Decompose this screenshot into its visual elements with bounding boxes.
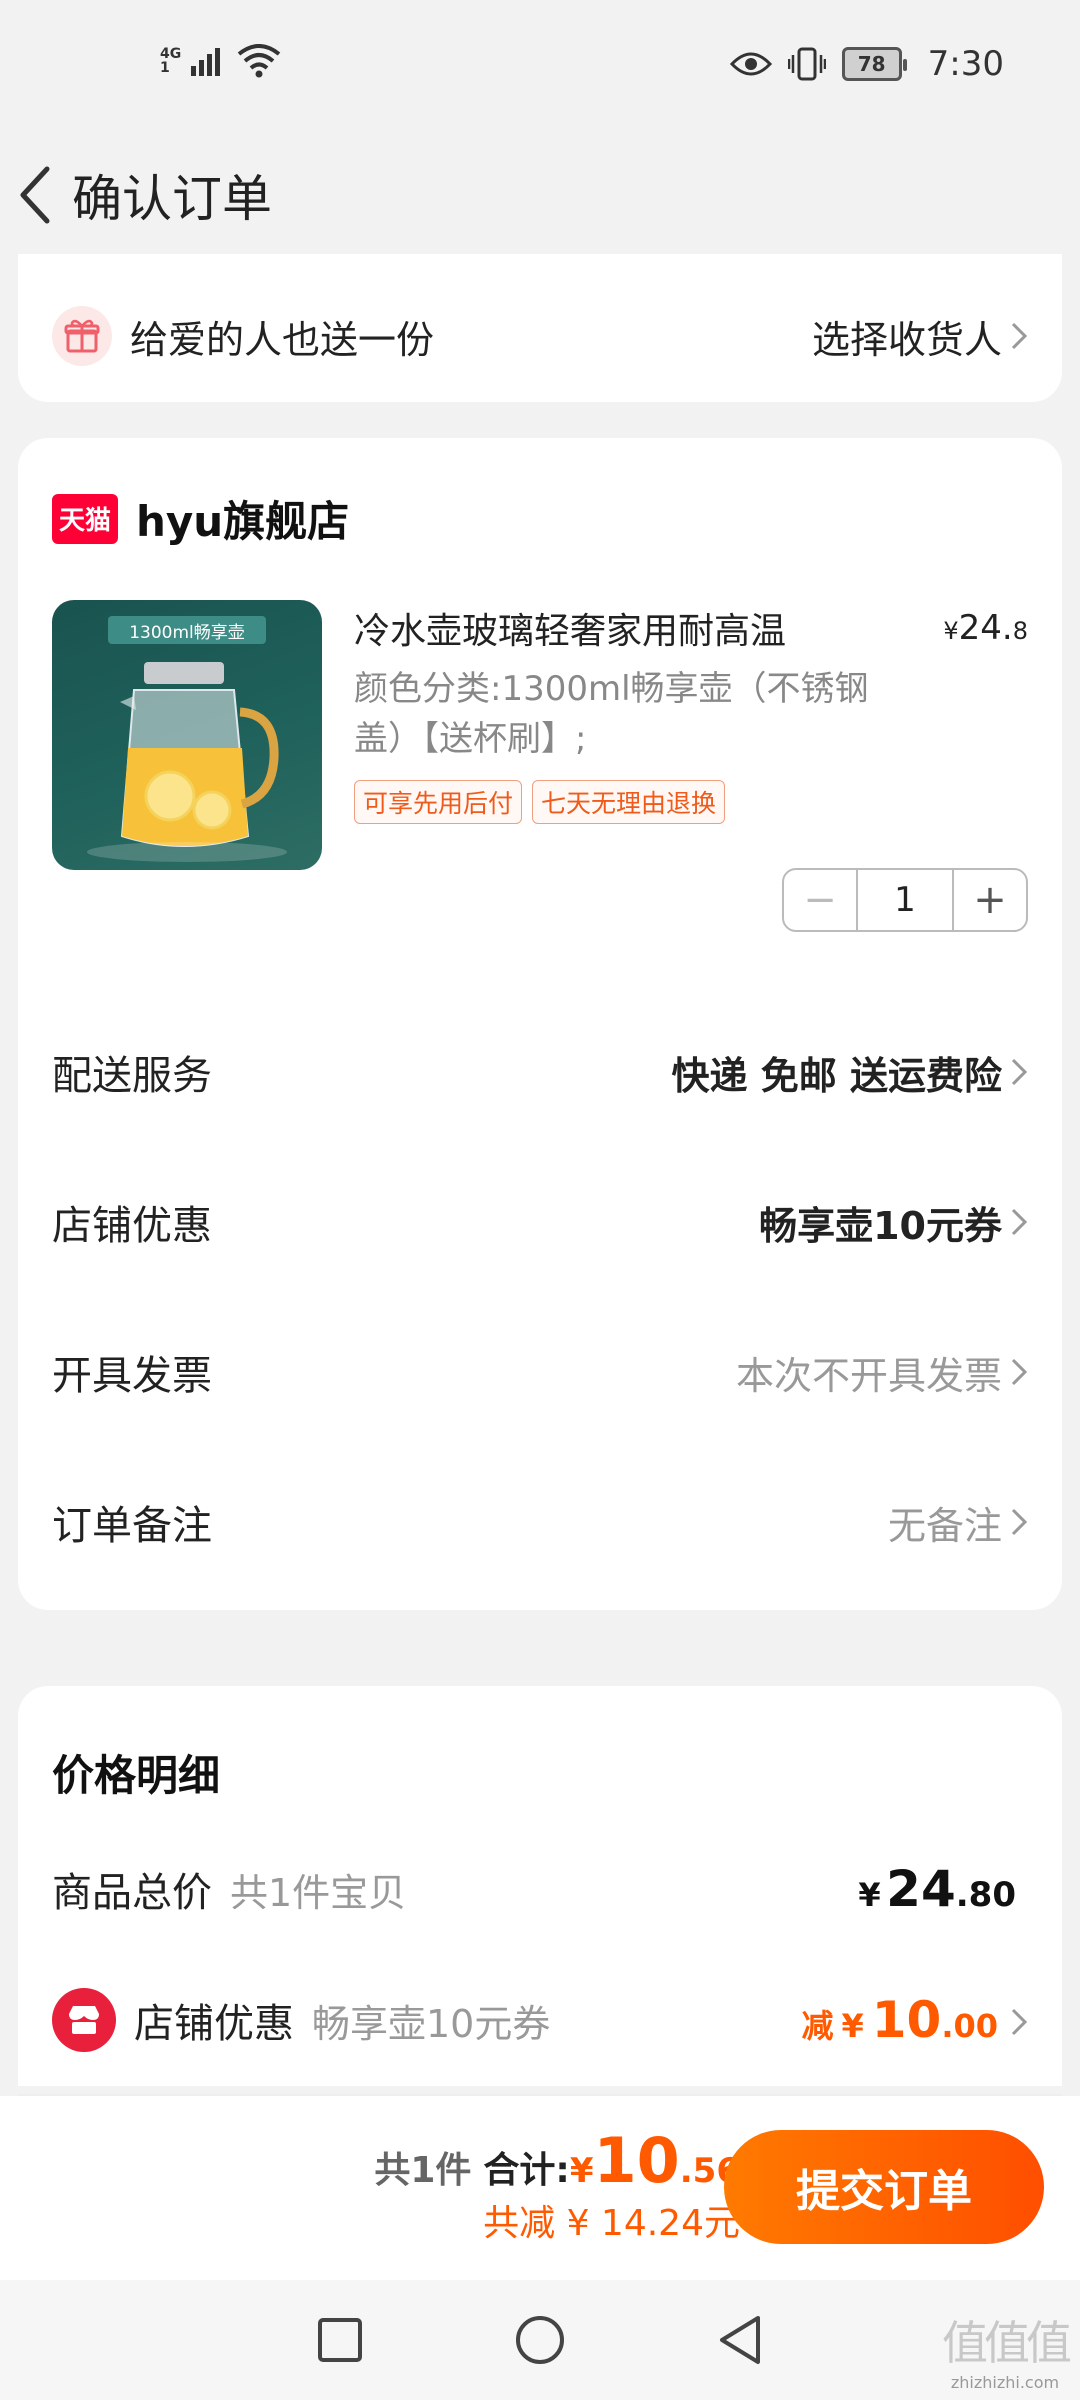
tmall-logo: 天猫 <box>52 493 118 544</box>
back-button[interactable] <box>0 136 70 254</box>
order-note-value-text: 无备注 <box>887 1503 1002 1548</box>
sum-symbol: ¥ <box>569 2151 594 2191</box>
signal-icon <box>191 48 221 76</box>
bottom-action-bar: 共1件 合计: ¥ 10 .56 共减 ¥ 14.24元 提交订单 <box>0 2096 1080 2280</box>
shop-discount-sub: 畅享壶10元券 <box>312 2001 551 2046</box>
home-icon[interactable] <box>514 2314 566 2366</box>
battery-icon: 78 <box>841 47 907 81</box>
store-card: 天猫 hyu旗舰店 1300ml畅享壶 冷水壶玻璃轻奢家用耐高温 ¥24.8 颜… <box>18 438 1062 1610</box>
price-main: 24. <box>958 608 1013 648</box>
total-price-row: 商品总价 共1件宝贝 ¥ 24.80 <box>52 1860 1028 1918</box>
network-type: 4G <box>160 46 182 62</box>
product-image[interactable]: 1300ml畅享壶 <box>52 600 322 870</box>
select-recipient-link[interactable]: 选择收货人 <box>812 309 1028 364</box>
chevron-right-icon <box>1011 1358 1028 1386</box>
gift-text: 给爱的人也送一份 <box>130 317 435 362</box>
watermark-mark: 值值值 <box>942 2316 1072 2370</box>
wifi-icon <box>237 44 281 78</box>
chevron-right-icon <box>1011 2008 1028 2036</box>
clock: 7:30 <box>927 44 1004 84</box>
status-bar: 4G 1 78 7:30 <box>0 0 1080 136</box>
store-discount-label: 店铺优惠 <box>52 1203 212 1249</box>
product-tags: 可享先用后付 七天无理由退换 <box>354 780 726 824</box>
pitcher-illustration <box>87 662 287 862</box>
sum-label: 合计: <box>483 2150 570 2191</box>
network-sub: 1 <box>160 60 170 76</box>
increase-button[interactable]: + <box>954 870 1026 930</box>
item-count: 共1件 <box>374 2150 472 2191</box>
total-price-main: 24 <box>886 1860 956 1918</box>
system-nav-bar: 值值值 zhizhizhi.com <box>0 2280 1080 2400</box>
page-title: 确认订单 <box>72 170 272 228</box>
total-price-symbol: ¥ <box>858 1876 881 1914</box>
chevron-right-icon <box>1011 322 1028 350</box>
chevron-left-icon <box>20 166 50 224</box>
store-header[interactable]: 天猫 hyu旗舰店 <box>52 488 349 549</box>
discount-decimal: .00 <box>941 2007 998 2045</box>
price-detail-card: 价格明细 商品总价 共1件宝贝 ¥ 24.80 店铺优惠 畅享壶10元券 减 ¥… <box>18 1686 1062 2086</box>
invoice-label: 开具发票 <box>52 1353 212 1399</box>
shop-discount-label: 店铺优惠 <box>134 2001 294 2047</box>
price-detail-title: 价格明细 <box>52 1751 221 1800</box>
product-title[interactable]: 冷水壶玻璃轻奢家用耐高温 <box>354 602 874 654</box>
quantity-stepper: − 1 + <box>782 868 1028 932</box>
status-right: 78 7:30 <box>729 44 1004 84</box>
chevron-right-icon <box>1011 1208 1028 1236</box>
total-price-label: 商品总价 <box>52 1870 212 1916</box>
delivery-value[interactable]: 快递 免邮 送运费险 <box>672 1045 1028 1100</box>
discount-main: 10 <box>871 1991 942 2049</box>
tag-pay-later: 可享先用后付 <box>354 780 523 824</box>
invoice-value-text: 本次不开具发票 <box>735 1353 1002 1398</box>
total-price-sub: 共1件宝贝 <box>230 1870 407 1915</box>
order-note-value[interactable]: 无备注 <box>888 1495 1028 1550</box>
order-note-row[interactable]: 订单备注 无备注 <box>52 1492 1028 1552</box>
price-symbol: ¥ <box>943 617 959 645</box>
delivery-row[interactable]: 配送服务 快递 免邮 送运费险 <box>52 1042 1028 1102</box>
vibrate-icon <box>787 47 826 81</box>
sum-main: 10 <box>593 2124 680 2197</box>
store-name[interactable]: hyu旗舰店 <box>136 488 349 549</box>
gift-icon <box>52 306 112 366</box>
price-decimal: 8 <box>1012 617 1028 645</box>
network-indicator: 4G 1 <box>160 47 181 75</box>
back-triangle-icon[interactable] <box>716 2314 764 2366</box>
invoice-row[interactable]: 开具发票 本次不开具发票 <box>52 1342 1028 1402</box>
store-discount-value-text: 畅享壶10元券 <box>759 1203 1002 1248</box>
submit-order-button[interactable]: 提交订单 <box>724 2130 1044 2244</box>
invoice-value[interactable]: 本次不开具发票 <box>736 1345 1028 1400</box>
watermark: 值值值 zhizhizhi.com <box>942 2307 1072 2392</box>
total-price-decimal: .80 <box>955 1875 1016 1915</box>
watermark-url: zhizhizhi.com <box>950 2373 1060 2392</box>
shop-discount-value[interactable]: 减 ¥ 10.00 <box>801 1991 1028 2049</box>
total-saved: 共减 ¥ 14.24元 <box>483 2203 740 2244</box>
delivery-value-text: 快递 免邮 送运费险 <box>671 1053 1002 1098</box>
recent-apps-icon[interactable] <box>316 2316 364 2364</box>
gift-card[interactable]: 给爱的人也送一份 选择收货人 <box>18 254 1062 402</box>
chevron-right-icon <box>1011 1058 1028 1086</box>
eye-icon <box>729 52 772 76</box>
tag-return: 七天无理由退换 <box>532 780 726 824</box>
store-discount-value[interactable]: 畅享壶10元券 <box>759 1195 1028 1250</box>
quantity-value[interactable]: 1 <box>856 870 954 930</box>
store-discount-row[interactable]: 店铺优惠 畅享壶10元券 <box>52 1192 1028 1252</box>
total-price-value: ¥ 24.80 <box>858 1860 1016 1918</box>
product-price: ¥24.8 <box>943 608 1028 648</box>
sum-amount: ¥ 10 .56 <box>570 2124 740 2197</box>
delivery-label: 配送服务 <box>52 1053 212 1099</box>
select-recipient-label: 选择收货人 <box>811 317 1002 362</box>
status-left: 4G 1 <box>160 44 281 78</box>
nav-bar: 确认订单 <box>0 136 1080 254</box>
order-note-label: 订单备注 <box>52 1503 212 1549</box>
gift-row[interactable]: 给爱的人也送一份 选择收货人 <box>52 306 1028 366</box>
discount-symbol: ¥ <box>841 2007 864 2045</box>
product-spec[interactable]: 颜色分类:1300ml畅享壶（不锈钢盖）【送杯刷】; <box>354 664 874 764</box>
order-sum: 共1件 合计: ¥ 10 .56 <box>374 2124 740 2197</box>
discount-prefix: 减 <box>801 2007 834 2045</box>
chevron-right-icon <box>1011 1508 1028 1536</box>
decrease-button[interactable]: − <box>784 870 856 930</box>
shop-icon <box>52 1988 116 2052</box>
shop-discount-row[interactable]: 店铺优惠 畅享壶10元券 减 ¥ 10.00 <box>52 1988 1028 2052</box>
